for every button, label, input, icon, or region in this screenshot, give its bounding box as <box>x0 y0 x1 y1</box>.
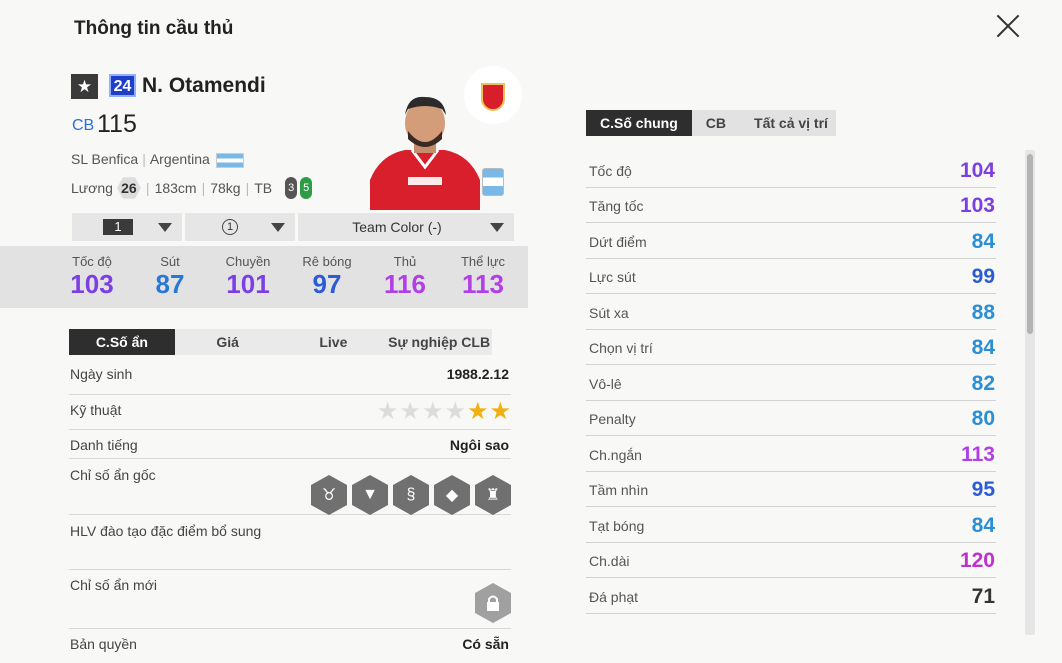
stat-defending: Thủ 116 <box>384 254 426 299</box>
star-icon: ★ <box>421 398 444 425</box>
right-foot-icon: 5 <box>300 177 313 199</box>
attribute-row: Chọn vị trí 84 <box>586 330 996 365</box>
license-value: Có sẵn <box>462 636 509 652</box>
scrollbar-thumb[interactable] <box>1027 154 1033 334</box>
tab-all-positions[interactable]: Tất cả vị trí <box>740 110 842 136</box>
tab-cb[interactable]: CB <box>692 110 740 136</box>
chevron-down-icon <box>158 223 172 232</box>
tab-live[interactable]: Live <box>281 329 387 355</box>
license-label: Bản quyền <box>70 636 137 652</box>
club-nation-line: SL Benfica | Argentina <box>71 151 244 168</box>
fame-value: Ngôi sao <box>449 437 509 453</box>
fame-row: Danh tiếng Ngôi sao <box>69 437 511 459</box>
tab-price[interactable]: Giá <box>175 329 281 355</box>
height: 183cm <box>154 180 197 196</box>
traits-label: Chỉ số ẩn gốc <box>70 467 156 483</box>
attribute-row: Tạt bóng 84 <box>586 507 996 543</box>
license-row: Bản quyền Có sẵn <box>69 636 511 663</box>
player-ovr: 115 <box>97 110 137 138</box>
weight: 78kg <box>210 180 241 196</box>
star-icon: ★ <box>399 398 421 425</box>
stat-passing: Chuyền 101 <box>225 254 271 299</box>
birth-value: 1988.2.12 <box>446 366 509 382</box>
new-traits-label: Chỉ số ẩn mới <box>70 577 157 593</box>
coach-row: HLV đào tạo đặc điểm bổ sung <box>69 523 511 570</box>
stat-shooting: Sút 87 <box>155 254 185 299</box>
argentina-flag-icon <box>215 152 244 168</box>
close-icon[interactable] <box>992 10 1024 42</box>
benfica-crest-icon <box>464 66 522 124</box>
tie-icon[interactable]: ▼ <box>352 475 388 515</box>
level-value: 1 <box>222 219 238 235</box>
nation-name: Argentina <box>149 151 210 167</box>
upgrade-selector[interactable]: 1 <box>72 213 182 241</box>
star-icon: ★ <box>489 398 511 425</box>
wage-label: Lương <box>71 180 113 196</box>
skill-row: Kỹ thuật ★ ★ ★ ★ ★ ★ <box>69 400 511 430</box>
summary-stats: Tốc độ 103 Sút 87 Chuyền 101 Rê bóng 97 … <box>0 246 528 308</box>
trait-icons: ♉ ▼ § ◆ ♜ <box>306 475 511 515</box>
season-badge: 24 <box>109 74 136 97</box>
star-icon: ★ <box>376 398 399 425</box>
upgrade-level: 1 <box>103 219 133 235</box>
wage-badge: 26 <box>116 177 141 199</box>
info-tabs: C.Số ẩn Giá Live Sự nghiệp CLB <box>69 329 492 355</box>
star-badge: ★ <box>71 74 98 99</box>
attributes-scrollbar[interactable] <box>1025 150 1035 635</box>
trophy-icon[interactable]: ♜ <box>475 475 511 515</box>
attribute-row: Lực sút 99 <box>586 259 996 294</box>
birth-label: Ngày sinh <box>70 366 133 382</box>
player-meta-line: Lương 26 | 183cm | 78kg | TB 3 5 <box>71 176 313 200</box>
star-icon: ★ <box>466 398 489 425</box>
team-color-selector[interactable]: Team Color (-) <box>298 213 514 241</box>
tab-hidden-stats[interactable]: C.Số ẩn <box>69 329 175 355</box>
left-foot-icon: 3 <box>285 177 298 199</box>
stat-physical: Thể lực 113 <box>460 254 506 299</box>
diamond-icon[interactable]: ◆ <box>434 475 470 515</box>
attribute-row: Ch.dài 120 <box>586 543 996 578</box>
body-type: TB <box>254 180 273 196</box>
stat-pace: Tốc độ 103 <box>70 254 114 299</box>
attribute-row: Vô-lê 82 <box>586 365 996 401</box>
fame-label: Danh tiếng <box>70 437 138 453</box>
level-selector[interactable]: 1 <box>185 213 295 241</box>
snake-icon[interactable]: § <box>393 475 429 515</box>
attribute-row: Tầm nhìn 95 <box>586 472 996 507</box>
tab-club-career[interactable]: Sự nghiệp CLB <box>386 329 492 355</box>
player-position: CB <box>72 117 95 134</box>
attribute-row: Tăng tốc 103 <box>586 188 996 223</box>
birth-row: Ngày sinh 1988.2.12 <box>69 366 511 395</box>
skill-label: Kỹ thuật <box>70 402 122 418</box>
new-traits-row: Chỉ số ẩn mới <box>69 577 511 629</box>
chevron-down-icon <box>271 223 285 232</box>
attribute-row: Sút xa 88 <box>586 294 996 330</box>
attribute-row: Đá phạt 71 <box>586 578 996 614</box>
chevron-down-icon <box>490 223 504 232</box>
player-name: N. Otamendi <box>142 74 266 97</box>
stat-dribbling: Rê bóng 97 <box>302 254 352 299</box>
team-color-value: Team Color (-) <box>352 219 442 235</box>
attribute-row: Dứt điểm 84 <box>586 223 996 259</box>
traits-row: Chỉ số ẩn gốc ♉ ▼ § ◆ ♜ <box>69 467 511 515</box>
star-icon: ★ <box>444 398 466 425</box>
tab-general-stats[interactable]: C.Số chung <box>586 110 692 136</box>
coach-label: HLV đào tạo đặc điểm bổ sung <box>70 523 262 539</box>
page-title: Thông tin cầu thủ <box>74 18 234 39</box>
club-name: SL Benfica <box>71 151 139 167</box>
skill-stars: ★ ★ ★ ★ ★ ★ <box>376 400 511 424</box>
argentina-crest-icon <box>482 168 504 196</box>
attribute-row: Ch.ngắn 113 <box>586 436 996 472</box>
attribute-tabs: C.Số chung CB Tất cả vị trí <box>586 110 836 136</box>
player-photo <box>370 96 480 210</box>
lock-icon[interactable] <box>475 583 511 623</box>
attribute-row: Tốc độ 104 <box>586 152 996 188</box>
bull-icon[interactable]: ♉ <box>311 475 347 515</box>
attribute-row: Penalty 80 <box>586 401 996 436</box>
